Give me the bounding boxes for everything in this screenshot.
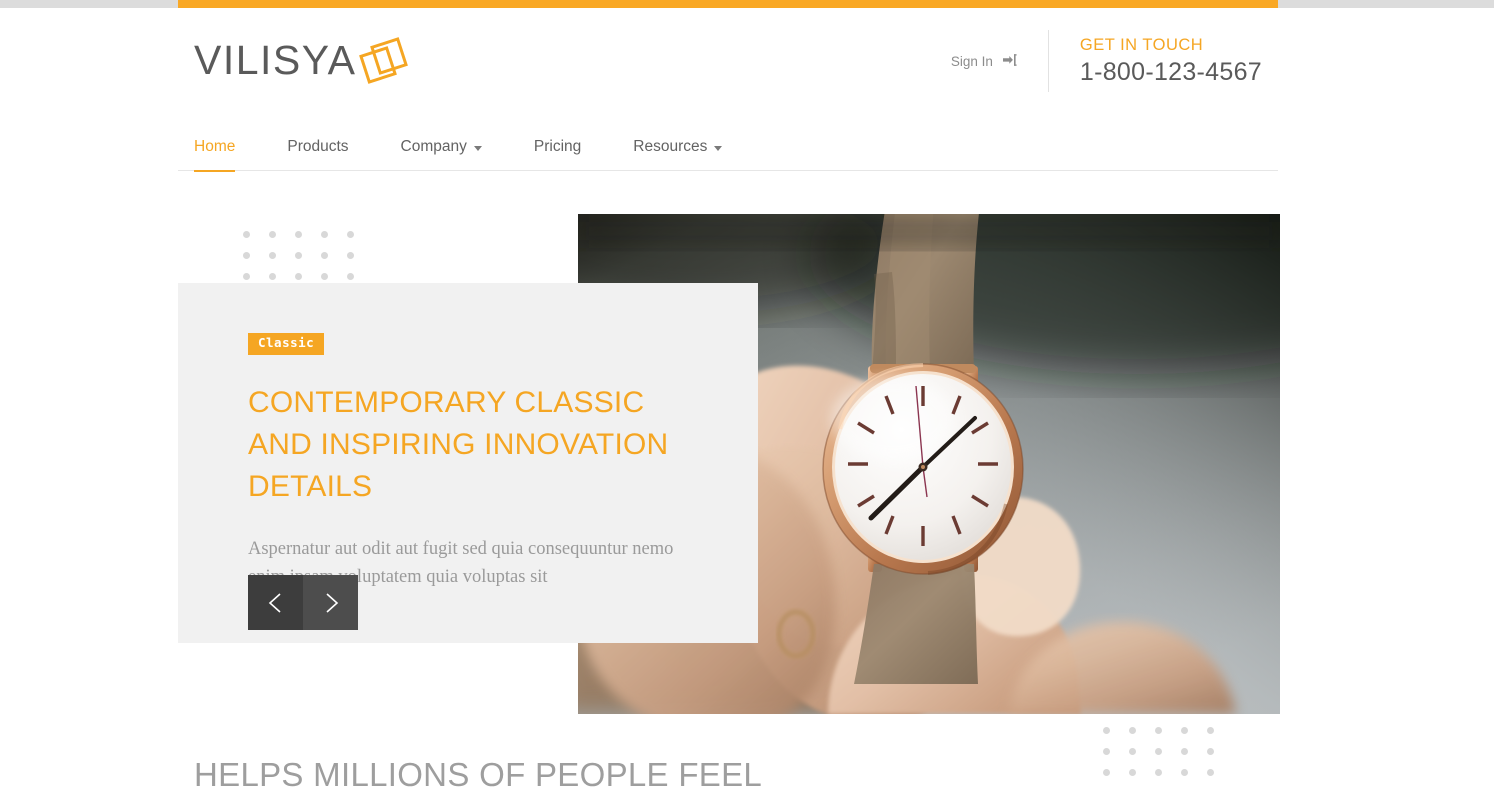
carousel-controls xyxy=(248,575,358,630)
nav-label: Company xyxy=(400,138,467,155)
nav-label: Pricing xyxy=(533,138,582,155)
nav-item-pricing[interactable]: Pricing xyxy=(534,138,581,171)
sign-in-label: Sign In xyxy=(950,53,993,69)
chevron-down-icon xyxy=(473,145,482,151)
nav-label: Home xyxy=(194,138,236,155)
page-load-progress-fill xyxy=(178,0,1278,8)
rotated-squares-icon xyxy=(359,37,409,84)
carousel-next-button[interactable] xyxy=(303,575,358,630)
contact-block: GET IN TOUCH 1-800-123-4567 xyxy=(1049,36,1262,87)
nav-item-products[interactable]: Products xyxy=(287,138,348,171)
contact-phone[interactable]: 1-800-123-4567 xyxy=(1080,58,1262,87)
nav-item-company[interactable]: Company xyxy=(401,138,482,171)
chevron-right-icon xyxy=(321,591,341,615)
sign-in-arrow-icon xyxy=(1002,52,1018,71)
page-load-progress-track xyxy=(0,0,1494,8)
hero-section: Classic CONTEMPORARY CLASSIC AND INSPIRI… xyxy=(178,171,1280,776)
page-body: VILISYA Sign In GET IN TOUCH 1-800-123-4… xyxy=(0,8,1494,793)
header-utilities: Sign In GET IN TOUCH 1-800-123-4567 xyxy=(951,30,1262,92)
contact-label: GET IN TOUCH xyxy=(1079,35,1204,54)
carousel-prev-button[interactable] xyxy=(248,575,303,630)
section-heading: HELPS MILLIONS OF PEOPLE FEEL xyxy=(194,756,763,793)
main-navigation: Home Products Company Pricing Resources xyxy=(178,118,1278,172)
chevron-left-icon xyxy=(266,591,286,615)
sign-in-link[interactable]: Sign In xyxy=(951,52,1048,71)
dot-grid-icon-bottom xyxy=(1103,727,1233,790)
logo-text: VILISYA xyxy=(194,36,357,83)
nav-label: Resources xyxy=(633,138,708,155)
hero-title: CONTEMPORARY CLASSIC AND INSPIRING INNOV… xyxy=(248,385,669,503)
nav-item-resources[interactable]: Resources xyxy=(633,138,723,171)
nav-label: Products xyxy=(287,138,349,155)
site-logo[interactable]: VILISYA xyxy=(194,36,409,84)
site-header: VILISYA Sign In GET IN TOUCH 1-800-123-4… xyxy=(178,8,1278,118)
nav-item-home[interactable]: Home xyxy=(194,138,236,172)
hero-badge: Classic xyxy=(248,333,325,355)
nav-list: Home Products Company Pricing Resources xyxy=(178,118,1278,172)
chevron-down-icon xyxy=(714,145,723,151)
